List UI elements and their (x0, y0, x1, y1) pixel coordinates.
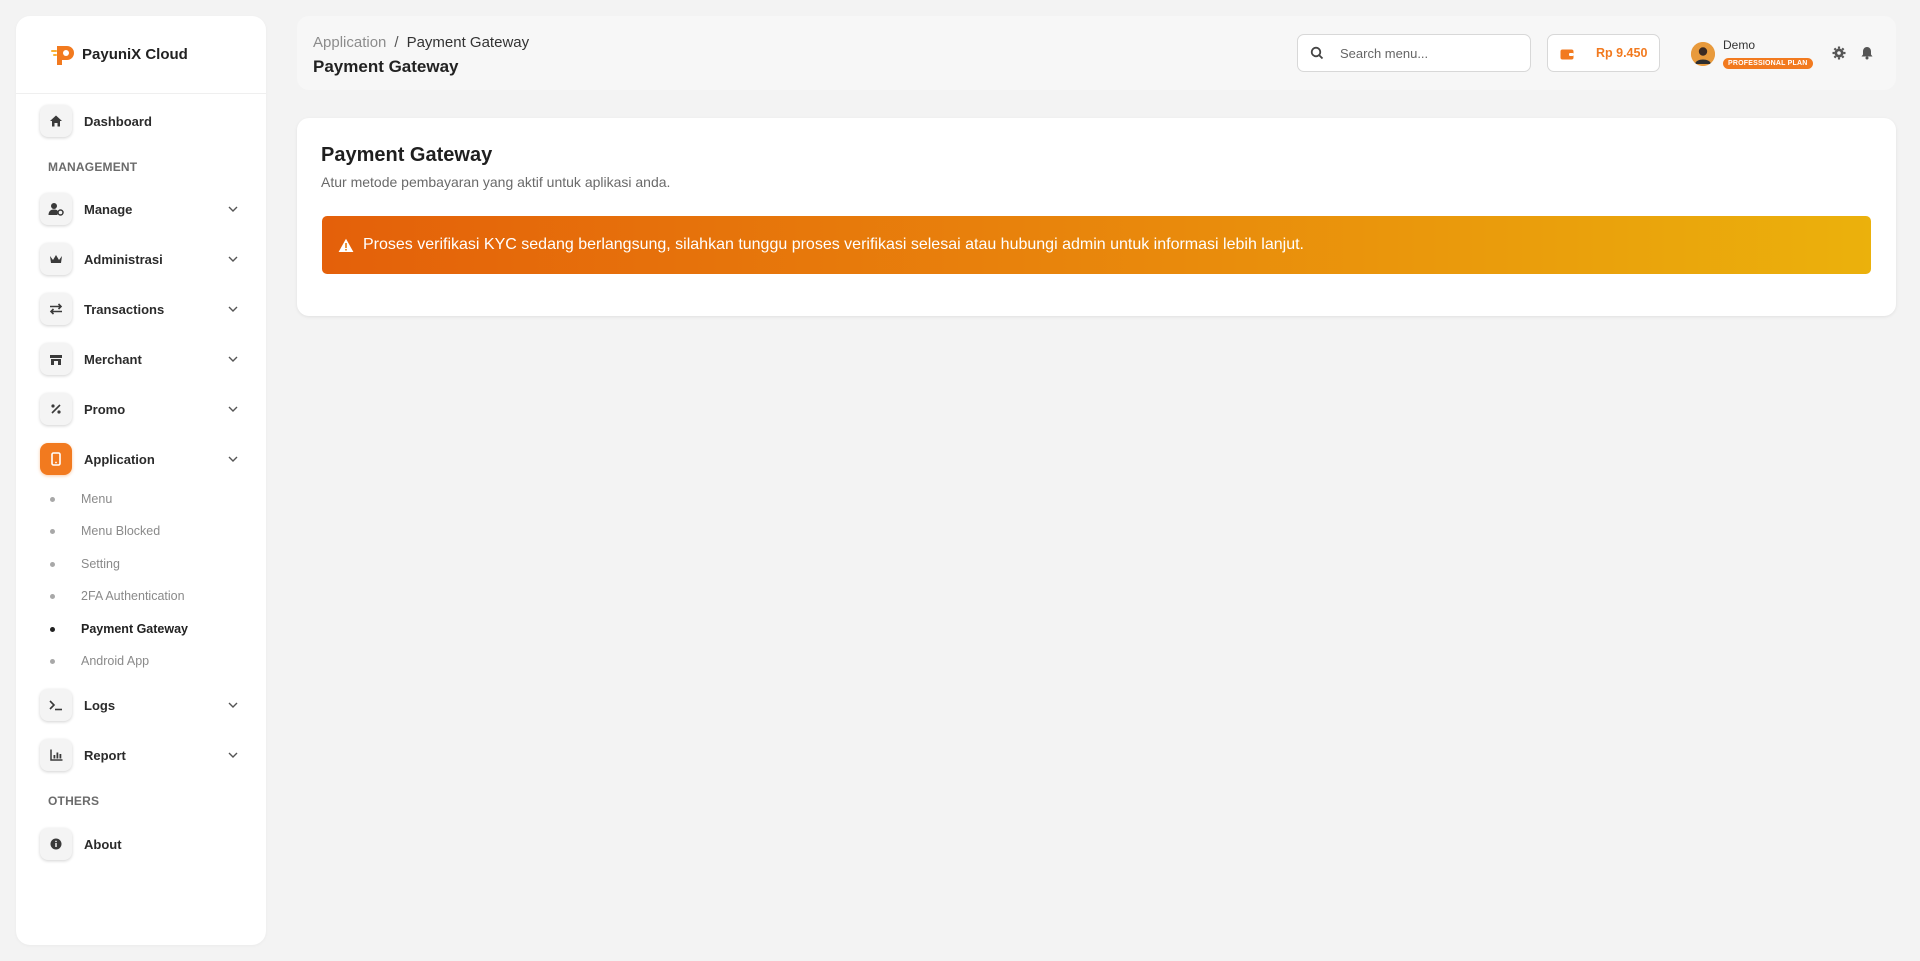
sidebar-item-logs[interactable]: Logs (40, 688, 250, 722)
submenu-item-label: Android App (81, 654, 150, 668)
bullet-icon (50, 561, 55, 567)
submenu-item-2fa[interactable]: 2FA Authentication (50, 585, 240, 607)
breadcrumb-separator: / (394, 34, 399, 51)
chevron-down-icon (226, 352, 240, 366)
sidebar-item-label: Report (84, 747, 126, 763)
page-title: Payment Gateway (313, 57, 459, 76)
submenu-item-label: Payment Gateway (81, 622, 188, 636)
sidebar-item-administrasi[interactable]: Administrasi (40, 242, 250, 276)
exchange-icon (40, 293, 72, 325)
crown-icon (40, 243, 72, 275)
section-title-management: MANAGEMENT (48, 160, 138, 174)
submenu-item-label: 2FA Authentication (81, 589, 185, 603)
submenu-item-label: Setting (81, 557, 120, 571)
sidebar-item-label: Dashboard (84, 113, 152, 129)
submenu-item-label: Menu (81, 492, 113, 506)
submenu-item-menu-blocked[interactable]: Menu Blocked (50, 520, 240, 542)
search-box[interactable] (1297, 34, 1531, 72)
sidebar-item-promo[interactable]: Promo (40, 392, 250, 426)
card-title: Payment Gateway (321, 144, 493, 166)
search-icon (1310, 46, 1324, 60)
breadcrumb: Application / Payment Gateway (313, 34, 529, 51)
mobile-icon (40, 443, 72, 475)
sidebar-item-merchant[interactable]: Merchant (40, 342, 250, 376)
submenu-item-setting[interactable]: Setting (50, 553, 240, 575)
submenu-item-menu[interactable]: Menu (50, 488, 240, 510)
chevron-down-icon (226, 748, 240, 762)
chevron-down-icon (226, 452, 240, 466)
sidebar-item-label: Logs (84, 697, 116, 713)
chevron-down-icon (226, 202, 240, 216)
wallet-icon (1560, 47, 1574, 60)
search-input[interactable] (1340, 45, 1520, 61)
info-icon (40, 828, 72, 860)
alert-message: Proses verifikasi KYC sedang berlangsung… (363, 236, 1304, 253)
bullet-icon (50, 626, 55, 632)
home-icon (40, 105, 72, 137)
bullet-icon (50, 593, 55, 599)
chevron-down-icon (226, 698, 240, 712)
chart-icon (40, 739, 72, 771)
brand-name: PayuniX Cloud (82, 46, 188, 63)
sidebar-item-application[interactable]: Application (40, 442, 250, 476)
warning-icon (338, 238, 354, 253)
user-gear-icon (40, 193, 72, 225)
balance-amount: Rp 9.450 (1596, 46, 1648, 60)
bell-icon[interactable] (1860, 46, 1874, 60)
bullet-icon (50, 496, 55, 502)
breadcrumb-link[interactable]: Application (313, 34, 386, 51)
sidebar-item-label: Manage (84, 201, 133, 217)
section-title-others: OTHERS (48, 794, 100, 808)
submenu-item-label: Menu Blocked (81, 524, 161, 538)
logo-icon (48, 40, 78, 70)
bullet-icon (50, 528, 55, 534)
sidebar-item-label: Application (84, 451, 155, 467)
terminal-icon (40, 689, 72, 721)
sidebar-item-report[interactable]: Report (40, 738, 250, 772)
store-icon (40, 343, 72, 375)
sidebar-item-label: Promo (84, 401, 126, 417)
chevron-down-icon (226, 252, 240, 266)
brand[interactable]: PayuniX Cloud (16, 16, 266, 94)
sidebar-item-dashboard[interactable]: Dashboard (40, 104, 250, 138)
sidebar-item-about[interactable]: About (40, 827, 250, 861)
avatar (1691, 42, 1715, 66)
user-name: Demo (1723, 38, 1756, 52)
chevron-down-icon (226, 302, 240, 316)
balance-button[interactable]: Rp 9.450 (1547, 34, 1660, 72)
plan-badge: PROFESSIONAL PLAN (1723, 58, 1813, 69)
submenu-item-android-app[interactable]: Android App (50, 650, 240, 672)
kyc-alert: Proses verifikasi KYC sedang berlangsung… (322, 216, 1871, 274)
bullet-icon (50, 658, 55, 664)
chevron-down-icon (226, 402, 240, 416)
gear-icon[interactable] (1832, 46, 1846, 60)
submenu-item-payment-gateway[interactable]: Payment Gateway (50, 618, 240, 640)
sidebar-item-label: Administrasi (84, 251, 163, 267)
payment-gateway-card: Payment Gateway Atur metode pembayaran y… (297, 118, 1896, 316)
percent-icon (40, 393, 72, 425)
sidebar-item-transactions[interactable]: Transactions (40, 292, 250, 326)
sidebar-item-manage[interactable]: Manage (40, 192, 250, 226)
breadcrumb-current: Payment Gateway (406, 34, 530, 51)
sidebar-item-label: Merchant (84, 351, 142, 367)
user-menu[interactable]: Demo PROFESSIONAL PLAN (1691, 38, 1813, 70)
topbar: Application / Payment Gateway Payment Ga… (297, 16, 1896, 90)
user-info: Demo PROFESSIONAL PLAN (1723, 38, 1813, 70)
card-subtitle: Atur metode pembayaran yang aktif untuk … (321, 174, 671, 190)
sidebar-item-label: About (84, 836, 122, 852)
sidebar-item-label: Transactions (84, 301, 165, 317)
